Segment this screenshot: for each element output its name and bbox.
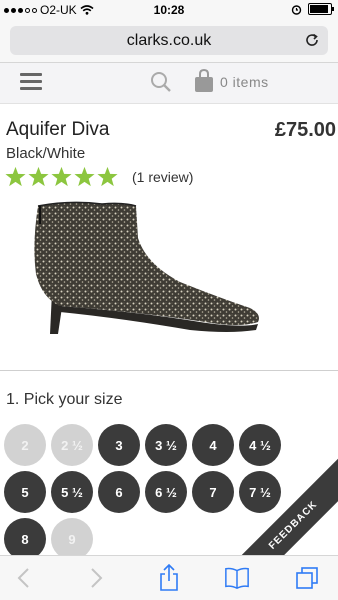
site-header: 0 items <box>0 63 338 104</box>
clock: 10:28 <box>153 3 185 17</box>
hamburger-icon[interactable] <box>20 73 42 91</box>
reload-icon[interactable] <box>304 32 320 48</box>
size-option-button[interactable]: 5 ½ <box>51 471 93 513</box>
product-price: £75.00 <box>274 119 336 141</box>
size-option-button[interactable]: 4 ½ <box>239 424 281 466</box>
status-bar: O2-UK 10:28 <box>0 0 338 20</box>
size-option-button[interactable]: 5 <box>4 471 46 513</box>
url-text: clarks.co.uk <box>126 31 212 49</box>
size-option-button[interactable]: 8 <box>4 518 46 560</box>
star-icon <box>28 166 49 187</box>
size-option-button[interactable]: 3 ½ <box>145 424 187 466</box>
size-option-button[interactable]: 7 <box>192 471 234 513</box>
size-option-button[interactable]: 4 <box>192 424 234 466</box>
star-icon <box>97 166 118 187</box>
section-divider <box>0 370 338 371</box>
product-title: Aquifer Diva <box>6 119 110 140</box>
size-option-button[interactable]: 2 <box>4 424 46 466</box>
star-icon <box>74 166 95 187</box>
star-icon <box>5 166 26 187</box>
alarm-icon <box>291 4 302 15</box>
size-option-button[interactable]: 6 <box>98 471 140 513</box>
star-icon <box>51 166 72 187</box>
share-icon[interactable] <box>156 564 182 591</box>
size-option-button[interactable]: 9 <box>51 518 93 560</box>
product-rating: (1 review) <box>5 166 193 187</box>
url-field[interactable]: clarks.co.uk <box>10 26 328 55</box>
review-count-link[interactable]: (1 review) <box>132 169 193 185</box>
browser-toolbar <box>0 555 338 600</box>
size-option-button[interactable]: 3 <box>98 424 140 466</box>
size-option-button[interactable]: 2 ½ <box>51 424 93 466</box>
browser-address-bar: clarks.co.uk <box>0 20 338 63</box>
size-option-button[interactable]: 6 ½ <box>145 471 187 513</box>
shopping-bag-icon[interactable] <box>194 69 214 93</box>
bag-item-count[interactable]: 0 items <box>220 74 269 90</box>
tabs-icon[interactable] <box>294 565 320 591</box>
size-option-button[interactable]: 7 ½ <box>239 471 281 513</box>
back-arrow-icon[interactable] <box>10 565 36 591</box>
rating-stars <box>5 166 118 187</box>
product-image[interactable] <box>0 194 338 354</box>
product-color: Black/White <box>6 145 86 162</box>
battery-icon <box>308 3 334 15</box>
forward-arrow-icon[interactable] <box>84 565 110 591</box>
search-icon[interactable] <box>150 71 172 93</box>
size-picker-heading: 1. Pick your size <box>6 391 123 408</box>
bookmarks-icon[interactable] <box>224 565 250 591</box>
